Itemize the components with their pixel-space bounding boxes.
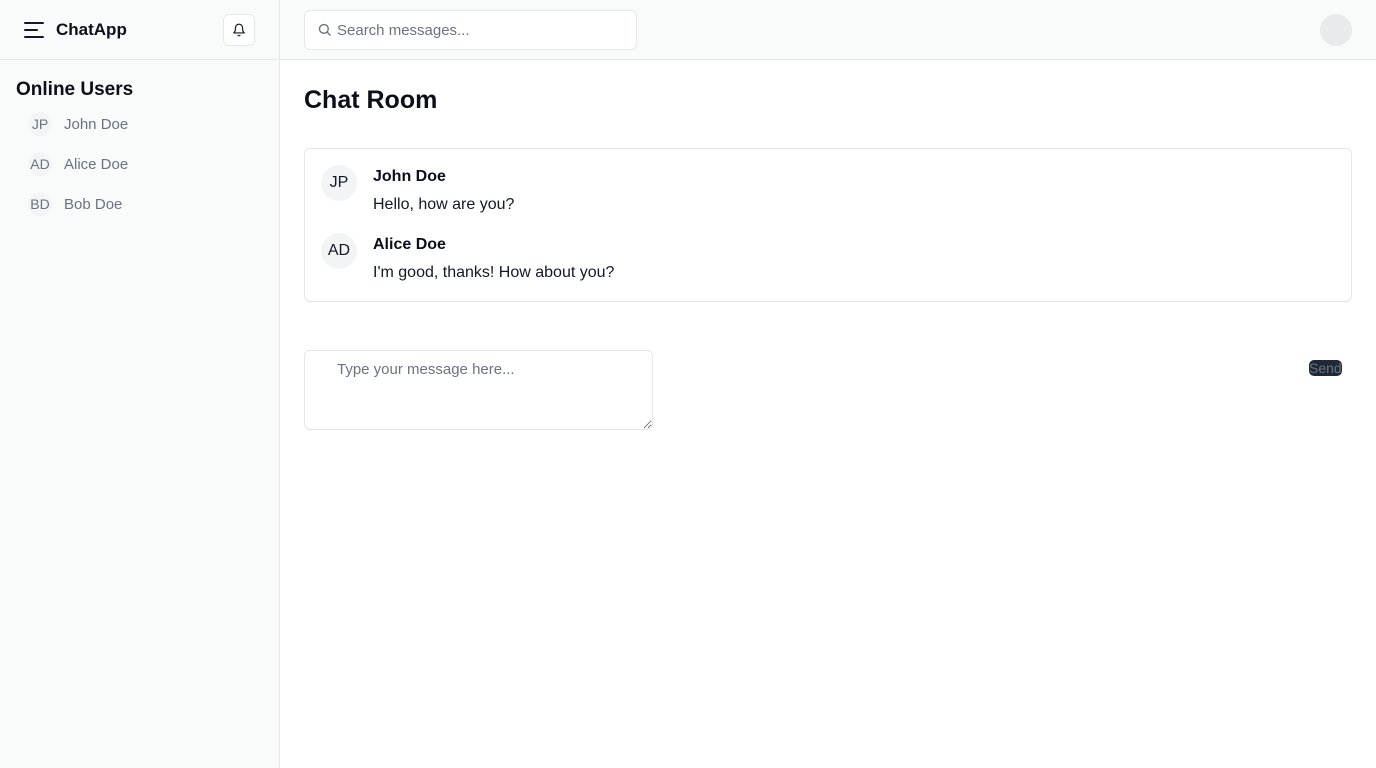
- message-body: John Doe Hello, how are you?: [373, 165, 514, 233]
- app-name: ChatApp: [56, 19, 127, 39]
- message-author: Alice Doe: [373, 236, 446, 253]
- search-icon: [318, 23, 331, 36]
- message-avatar: JP: [321, 165, 357, 201]
- notifications-button[interactable]: [223, 14, 255, 46]
- message-body: Alice Doe I'm good, thanks! How about yo…: [373, 233, 614, 301]
- user-item-john-doe[interactable]: JP John Doe: [28, 112, 128, 136]
- search-input[interactable]: [305, 11, 636, 49]
- bell-icon: [233, 23, 245, 37]
- avatar[interactable]: [1320, 14, 1352, 46]
- message-text: Hello, how are you?: [373, 196, 515, 213]
- sidebar-header: ChatApp: [0, 0, 279, 60]
- user-avatar: AD: [28, 152, 52, 176]
- menu-icon[interactable]: [24, 21, 46, 38]
- message-list: JP John Doe Hello, how are you? AD Alice…: [304, 148, 1352, 302]
- message-item: AD Alice Doe I'm good, thanks! How about…: [321, 233, 1335, 301]
- message-avatar: AD: [321, 233, 357, 269]
- user-avatar: BD: [28, 192, 52, 216]
- user-name: Alice Doe: [64, 155, 129, 173]
- online-users-list: JP John Doe AD Alice Doe BD Bob Doe: [28, 112, 128, 232]
- user-avatar: JP: [28, 112, 52, 136]
- user-item-bob-doe[interactable]: BD Bob Doe: [28, 192, 128, 216]
- user-name: John Doe: [64, 115, 129, 133]
- sidebar: ChatApp Online Users JP John Doe AD Alic…: [0, 0, 280, 768]
- user-name: Bob Doe: [64, 195, 123, 213]
- topbar: [280, 0, 1376, 60]
- page-title: Chat Room: [304, 86, 438, 114]
- message-item: JP John Doe Hello, how are you?: [321, 165, 1335, 233]
- search-box[interactable]: [304, 10, 637, 50]
- message-author: John Doe: [373, 168, 446, 185]
- message-text: I'm good, thanks! How about you?: [373, 264, 615, 281]
- message-composer[interactable]: [304, 350, 653, 430]
- user-item-alice-doe[interactable]: AD Alice Doe: [28, 152, 128, 176]
- send-button[interactable]: Send: [1309, 360, 1342, 376]
- online-users-heading: Online Users: [16, 79, 134, 100]
